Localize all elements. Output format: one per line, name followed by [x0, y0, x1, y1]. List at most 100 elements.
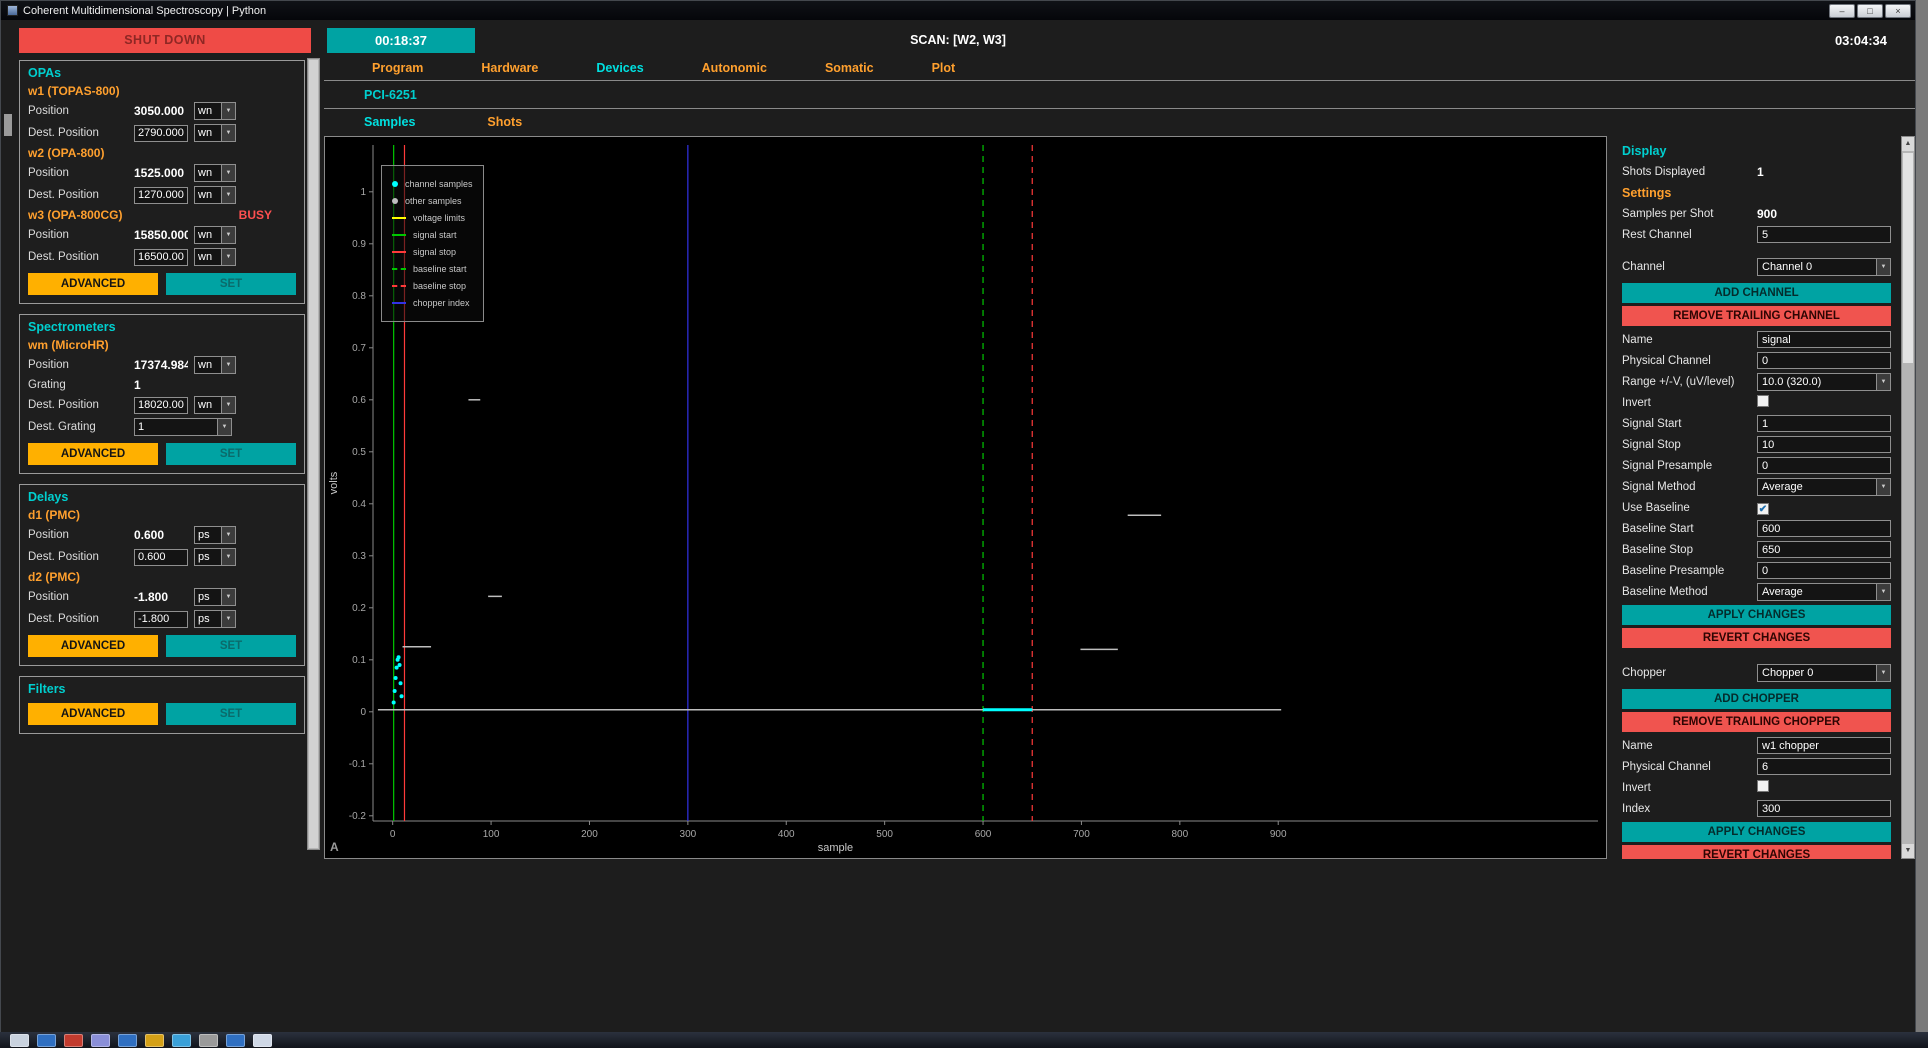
- scroll-up-icon[interactable]: ▲: [1902, 137, 1914, 151]
- add-channel-button[interactable]: ADD CHANNEL: [1622, 283, 1891, 303]
- taskbar-icons: [10, 1034, 272, 1047]
- shutdown-button[interactable]: SHUT DOWN: [19, 28, 311, 53]
- tab-hardware[interactable]: Hardware: [481, 61, 538, 75]
- advanced-button[interactable]: ADVANCED: [28, 273, 158, 295]
- range-value: 10.0 (320.0): [1758, 374, 1876, 390]
- taskbar-icon[interactable]: [64, 1034, 83, 1047]
- advanced-button[interactable]: ADVANCED: [28, 635, 158, 657]
- dest-position-input[interactable]: [134, 611, 188, 628]
- taskbar-icon[interactable]: [199, 1034, 218, 1047]
- apply-changes-button[interactable]: APPLY CHANGES: [1622, 605, 1891, 625]
- dest-position-input[interactable]: [134, 249, 188, 266]
- set-button[interactable]: SET: [166, 703, 296, 725]
- signal-stop-label: Signal Stop: [1622, 439, 1757, 451]
- tab-autonomic[interactable]: Autonomic: [702, 61, 767, 75]
- taskbar-icon[interactable]: [253, 1034, 272, 1047]
- physical-channel-input[interactable]: [1757, 352, 1891, 369]
- units-dropdown[interactable]: ps ▼: [194, 548, 236, 566]
- baseline-presample-input[interactable]: [1757, 562, 1891, 579]
- remove-trailing-channel-button[interactable]: REMOVE TRAILING CHANNEL: [1622, 306, 1891, 326]
- chopper-invert-checkbox[interactable]: [1757, 780, 1769, 792]
- units-dropdown[interactable]: wn ▼: [194, 186, 236, 204]
- taskbar-icon[interactable]: [145, 1034, 164, 1047]
- close-button[interactable]: ×: [1885, 4, 1911, 18]
- scroll-thumb[interactable]: [1903, 153, 1913, 363]
- svg-text:800: 800: [1171, 829, 1188, 840]
- hardware-panel-scrollbar[interactable]: [307, 58, 320, 850]
- units-dropdown[interactable]: wn ▼: [194, 164, 236, 182]
- set-button[interactable]: SET: [166, 273, 296, 295]
- tab-somatic[interactable]: Somatic: [825, 61, 874, 75]
- maximize-button[interactable]: □: [1857, 4, 1883, 18]
- dest-position-input[interactable]: [134, 549, 188, 566]
- tab-samples[interactable]: Samples: [364, 115, 415, 129]
- baseline-stop-input[interactable]: [1757, 541, 1891, 558]
- scroll-down-icon[interactable]: ▼: [1902, 844, 1914, 858]
- minimize-button[interactable]: –: [1829, 4, 1855, 18]
- settings-scrollbar[interactable]: ▲ ▼: [1901, 136, 1915, 859]
- physical-channel-label: Physical Channel: [1622, 355, 1757, 367]
- units-dropdown[interactable]: wn ▼: [194, 248, 236, 266]
- chevron-down-icon: ▼: [1876, 665, 1890, 681]
- signal-presample-input[interactable]: [1757, 457, 1891, 474]
- channel-dropdown[interactable]: Channel 0 ▼: [1757, 258, 1891, 276]
- chopper-physical-channel-input[interactable]: [1757, 758, 1891, 775]
- tab-shots[interactable]: Shots: [487, 115, 522, 129]
- taskbar[interactable]: [0, 1032, 1928, 1048]
- dest-position-label: Dest. Position: [28, 613, 128, 625]
- tab-devices[interactable]: Devices: [596, 61, 643, 75]
- units-dropdown[interactable]: wn ▼: [194, 124, 236, 142]
- taskbar-icon[interactable]: [172, 1034, 191, 1047]
- chopper-revert-changes-button[interactable]: REVERT CHANGES: [1622, 845, 1891, 859]
- units-dropdown[interactable]: ps ▼: [194, 526, 236, 544]
- taskbar-icon[interactable]: [91, 1034, 110, 1047]
- taskbar-icon[interactable]: [118, 1034, 137, 1047]
- plot-canvas[interactable]: -0.2-0.100.10.20.30.40.50.60.70.80.91010…: [325, 137, 1606, 858]
- units-dropdown[interactable]: ps ▼: [194, 588, 236, 606]
- units-dropdown[interactable]: ps ▼: [194, 610, 236, 628]
- units-dropdown[interactable]: wn ▼: [194, 396, 236, 414]
- remove-trailing-chopper-button[interactable]: REMOVE TRAILING CHOPPER: [1622, 712, 1891, 732]
- svg-text:0.6: 0.6: [352, 395, 366, 406]
- rest-channel-input[interactable]: [1757, 226, 1891, 243]
- advanced-button[interactable]: ADVANCED: [28, 443, 158, 465]
- revert-changes-button[interactable]: REVERT CHANGES: [1622, 628, 1891, 648]
- set-button[interactable]: SET: [166, 635, 296, 657]
- units-dropdown[interactable]: wn ▼: [194, 226, 236, 244]
- signal-start-input[interactable]: [1757, 415, 1891, 432]
- use-baseline-checkbox[interactable]: ✔: [1757, 503, 1769, 515]
- scroll-thumb[interactable]: [309, 60, 318, 848]
- dest-position-input[interactable]: [134, 125, 188, 142]
- dest-position-input[interactable]: [134, 397, 188, 414]
- svg-text:volts: volts: [328, 471, 340, 494]
- invert-checkbox[interactable]: [1757, 395, 1769, 407]
- chopper-dropdown[interactable]: Chopper 0 ▼: [1757, 664, 1891, 682]
- left-edge-scroll-thumb[interactable]: [4, 114, 12, 136]
- signal-stop-input[interactable]: [1757, 436, 1891, 453]
- tab-program[interactable]: Program: [372, 61, 423, 75]
- range-dropdown[interactable]: 10.0 (320.0) ▼: [1757, 373, 1891, 391]
- samples-plot[interactable]: -0.2-0.100.10.20.30.40.50.60.70.80.91010…: [324, 136, 1607, 859]
- chopper-index-input[interactable]: [1757, 800, 1891, 817]
- dest-position-input[interactable]: [134, 187, 188, 204]
- taskbar-icon[interactable]: [37, 1034, 56, 1047]
- svg-text:400: 400: [778, 829, 795, 840]
- taskbar-icon[interactable]: [226, 1034, 245, 1047]
- add-chopper-button[interactable]: ADD CHOPPER: [1622, 689, 1891, 709]
- left-edge-scrollbar[interactable]: [1, 58, 15, 850]
- chopper-name-input[interactable]: [1757, 737, 1891, 754]
- units-dropdown[interactable]: wn ▼: [194, 102, 236, 120]
- baseline-start-input[interactable]: [1757, 520, 1891, 537]
- set-button[interactable]: SET: [166, 443, 296, 465]
- chopper-apply-changes-button[interactable]: APPLY CHANGES: [1622, 822, 1891, 842]
- units-dropdown[interactable]: wn ▼: [194, 356, 236, 374]
- advanced-button[interactable]: ADVANCED: [28, 703, 158, 725]
- taskbar-icon[interactable]: [10, 1034, 29, 1047]
- baseline-method-dropdown[interactable]: Average ▼: [1757, 583, 1891, 601]
- tab-plot[interactable]: Plot: [932, 61, 956, 75]
- channel-name-input[interactable]: [1757, 331, 1891, 348]
- signal-method-dropdown[interactable]: Average ▼: [1757, 478, 1891, 496]
- dest-grating-dropdown[interactable]: 1 ▼: [134, 418, 232, 436]
- window-titlebar[interactable]: Coherent Multidimensional Spectroscopy |…: [1, 1, 1915, 20]
- autoscale-button[interactable]: A: [330, 840, 339, 854]
